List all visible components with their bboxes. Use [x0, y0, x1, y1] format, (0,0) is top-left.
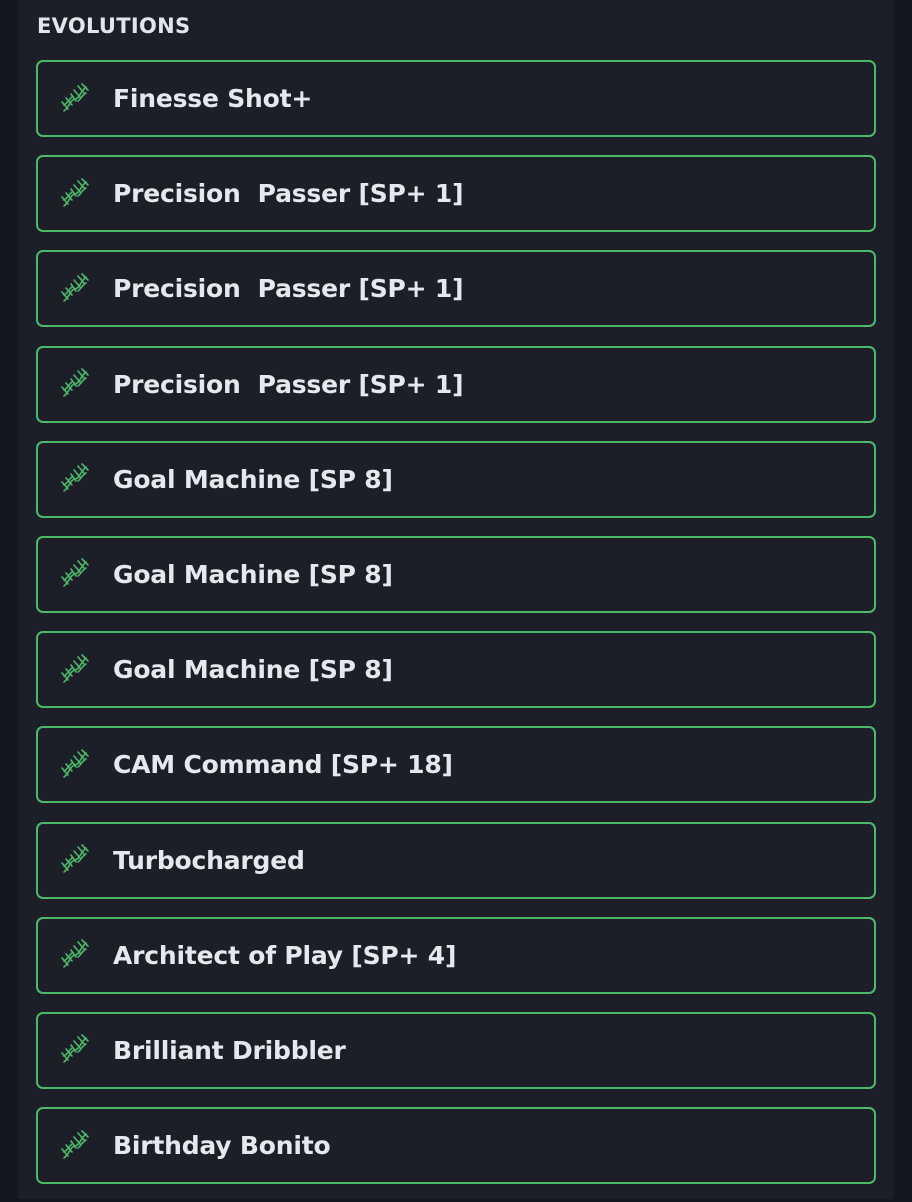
- dna-icon: [58, 843, 92, 877]
- evolution-label: Goal Machine [SP 8]: [113, 559, 393, 589]
- evolution-label: Precision Passer [SP+ 1]: [113, 369, 464, 399]
- dna-icon: [58, 557, 92, 591]
- dna-icon: [58, 177, 92, 211]
- dna-icon: [58, 272, 92, 306]
- evolution-item[interactable]: Goal Machine [SP 8]: [36, 631, 876, 709]
- evolution-label: Finesse Shot+: [113, 84, 313, 113]
- evolution-label: CAM Command [SP+ 18]: [113, 750, 453, 780]
- dna-icon: [58, 1033, 92, 1067]
- evolution-item[interactable]: Turbocharged: [36, 821, 876, 899]
- evolution-item[interactable]: Architect of Play [SP+ 4]: [36, 916, 876, 994]
- dna-icon: [58, 748, 92, 782]
- evolution-item[interactable]: Birthday Bonito: [36, 1107, 876, 1185]
- evolution-item[interactable]: Precision Passer [SP+ 1]: [36, 345, 876, 423]
- evolution-label: Goal Machine [SP 8]: [113, 655, 393, 685]
- evolution-label: Turbocharged: [113, 845, 305, 875]
- evolution-item[interactable]: Precision Passer [SP+ 1]: [36, 250, 876, 328]
- evolution-label: Precision Passer [SP+ 1]: [113, 179, 464, 209]
- evolution-label: Precision Passer [SP+ 1]: [113, 274, 464, 304]
- section-title: EVOLUTIONS: [37, 14, 191, 38]
- dna-icon: [58, 367, 92, 401]
- evolution-item[interactable]: Precision Passer [SP+ 1]: [36, 155, 876, 233]
- dna-icon: [58, 1129, 92, 1163]
- evolution-item[interactable]: Finesse Shot+: [36, 60, 876, 137]
- evolution-label: Goal Machine [SP 8]: [113, 464, 393, 494]
- evolution-label: Architect of Play [SP+ 4]: [113, 940, 457, 970]
- evolution-label: Brilliant Dribbler: [113, 1035, 346, 1065]
- dna-icon: [58, 938, 92, 972]
- evolution-item[interactable]: Goal Machine [SP 8]: [36, 440, 876, 518]
- dna-icon: [58, 462, 92, 496]
- evolutions-list: Finesse Shot+ Precision Passer [SP+ 1] P…: [36, 60, 876, 1202]
- evolution-item[interactable]: Goal Machine [SP 8]: [36, 535, 876, 613]
- dna-icon: [58, 82, 92, 116]
- evolution-item[interactable]: Brilliant Dribbler: [36, 1011, 876, 1089]
- evolution-item[interactable]: CAM Command [SP+ 18]: [36, 726, 876, 804]
- evolution-label: Birthday Bonito: [113, 1131, 331, 1161]
- dna-icon: [58, 653, 92, 687]
